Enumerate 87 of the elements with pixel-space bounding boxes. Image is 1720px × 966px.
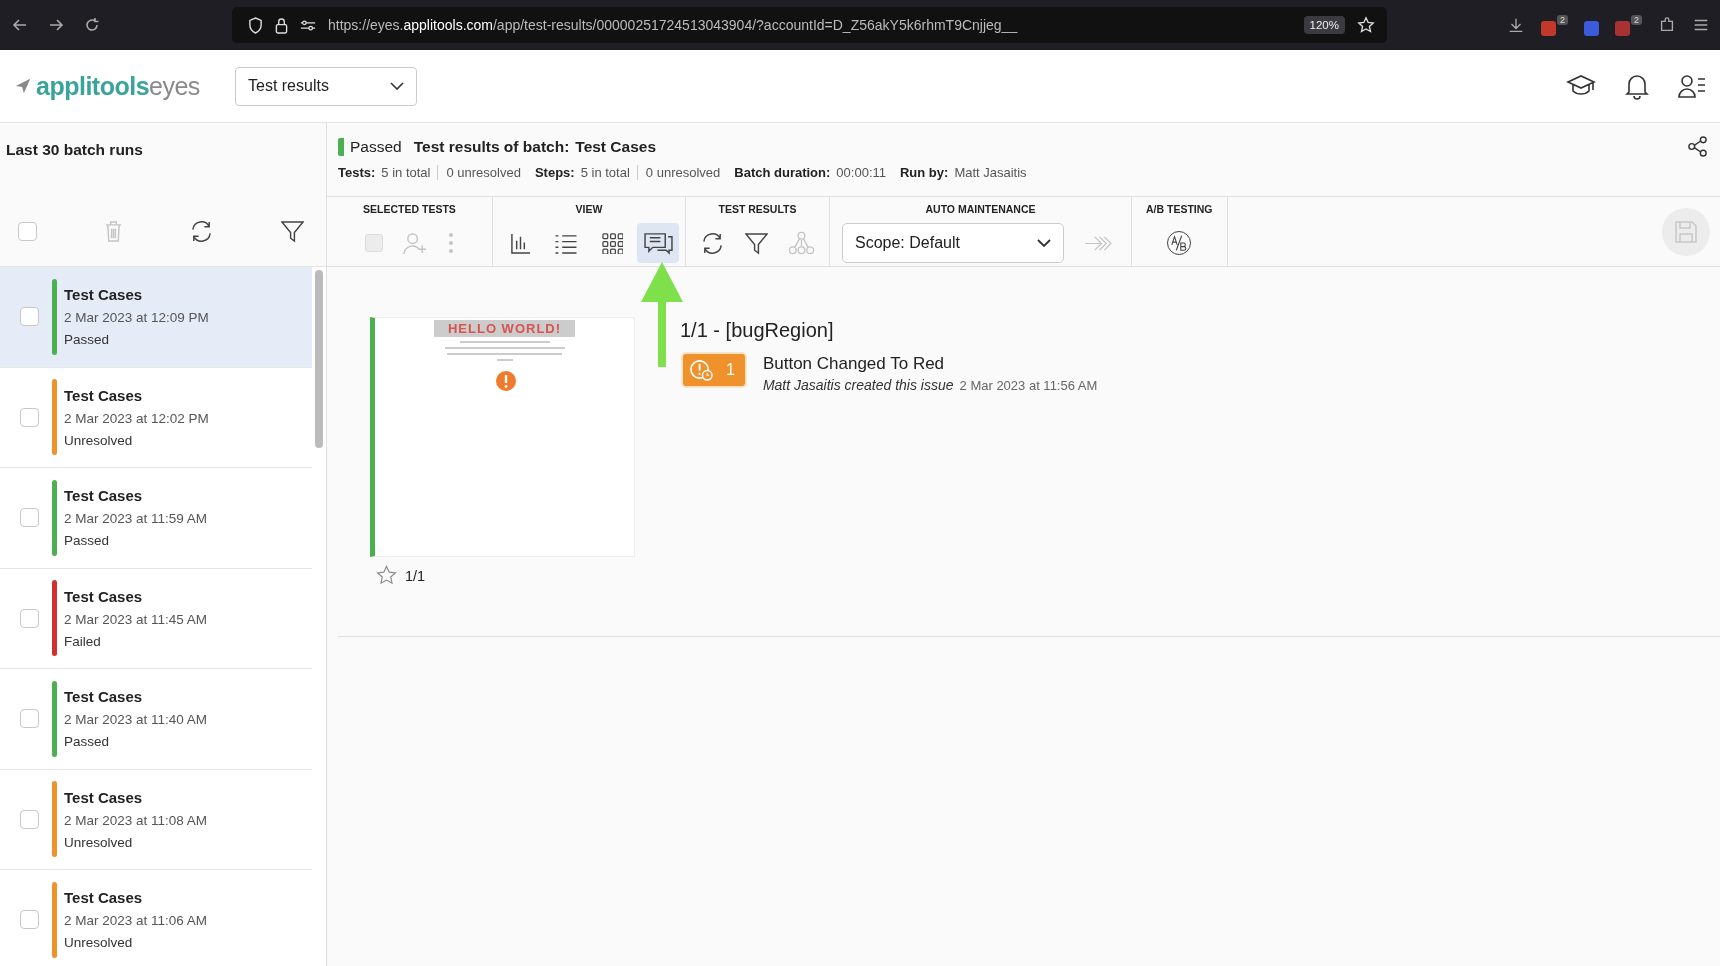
stat-label: Run by: [900,165,949,180]
stat-value: 00:00:11 [836,165,886,180]
scrollbar[interactable] [315,270,323,448]
batch-date: 2 Mar 2023 at 11:59 AM [64,511,208,527]
batch-title-label: Test results of batch: [413,137,570,156]
batch-checkbox[interactable] [20,910,39,930]
stat-label: Batch duration: [734,165,831,180]
batch-status: Passed [338,137,402,156]
batch-status: Unresolved [64,834,134,850]
batch-name: Test Cases [64,587,144,605]
batch-name: Test Cases [64,889,144,907]
batch-name: Test Cases [64,788,144,806]
alert-clock-icon [689,358,714,382]
user-menu-icon[interactable] [1678,73,1706,99]
extension-badge: 2 [1631,14,1642,25]
batch-checkbox[interactable] [20,407,39,427]
url-text: https://eyes.applitools.com/app/test-results/00000251724513043904/?accountId=D_Z56akY5k6rhmT9Cnjjeg__ [328,17,1019,33]
comments-icon [643,230,673,256]
view-button[interactable] [637,223,679,263]
settings-sliders-icon [300,18,316,32]
thumbnail-heading: HELLO WORLD! [433,320,576,337]
stat-value: 5 in total [580,165,630,180]
batch-name: Test Cases [64,386,144,404]
extension-icon[interactable] [1615,20,1630,36]
batch-title: Test Cases [575,137,656,156]
extension-icon[interactable] [1540,20,1556,36]
batch-status: Unresolved [64,935,134,951]
filter-icon[interactable] [745,231,768,255]
extension-badge: 2 [1556,14,1568,25]
batch-checkbox[interactable] [20,809,39,829]
batch-checkbox[interactable] [20,709,39,729]
notification-bell-icon[interactable] [1624,72,1650,100]
batch-checkbox[interactable] [20,307,39,327]
stat-value: 0 unresolved [636,165,721,180]
issue-marker-icon[interactable] [495,370,517,392]
zoom-level[interactable]: 120% [1303,16,1345,34]
batch-date: 2 Mar 2023 at 12:09 PM [64,310,209,326]
filter-icon[interactable] [280,220,304,243]
batch-run-item[interactable]: Test Cases 2 Mar 2023 at 12:09 PM Passed [0,267,312,368]
batch-status: Passed [64,533,111,549]
toolbar-section-title: SELECTED TESTS [363,203,456,215]
step-title: 1/1 - [bugRegion] [680,319,835,342]
issue-author: Matt Jasaitis created this issue [762,377,954,393]
toolbar-section-title: A/B TESTING [1146,203,1213,215]
puzzle-icon[interactable] [1658,16,1676,34]
address-bar[interactable]: https://eyes.applitools.com/app/test-results/00000251724513043904/?accountId=D_Z56akY5k6rhmT9Cnjjeg__ 120% [232,7,1387,43]
batch-status: Failed [64,633,102,649]
batch-date: 2 Mar 2023 at 11:06 AM [64,913,208,929]
stat-label: Tests: [338,165,376,180]
scope-dropdown[interactable]: Scope: Default [842,223,1064,263]
star-icon[interactable] [376,565,397,586]
stat-value: 5 in total [381,165,431,180]
batch-name: Test Cases [64,688,144,706]
batch-date: 2 Mar 2023 at 11:45 AM [64,611,208,627]
stat-value: Matt Jasaitis [954,165,1027,180]
shield-icon [248,16,263,34]
logo-icon [14,77,32,95]
caret-icon [390,82,404,90]
issue-date: 2 Mar 2023 at 11:56 AM [959,378,1098,393]
toolbar-section-title: TEST RESULTS [718,203,797,215]
list-icon [554,232,578,254]
batch-date: 2 Mar 2023 at 11:40 AM [64,712,208,728]
batch-status: Passed [64,332,111,348]
bar-chart-icon [509,232,531,254]
select-all-checkbox[interactable] [18,222,37,241]
toolbar-section-title: AUTO MAINTENANCE [925,203,1036,215]
grid-icon [601,232,623,254]
refresh-icon[interactable] [700,230,725,256]
sidebar-title: Last 30 batch runs [6,141,143,158]
caret-icon [1037,239,1051,247]
extension-icon[interactable] [1584,20,1599,36]
batch-date: 2 Mar 2023 at 12:02 PM [64,410,209,426]
batch-name: Test Cases [64,286,144,304]
share-icon[interactable] [1687,136,1708,157]
lock-icon [275,16,288,34]
batch-name: Test Cases [64,487,144,505]
toolbar-section-title: VIEW [575,203,603,215]
batch-status: Unresolved [64,432,134,448]
batch-status: Passed [64,734,111,750]
batch-date: 2 Mar 2023 at 11:08 AM [64,812,208,828]
issue-title: Button Changed To Red [762,354,946,374]
stat-label: Steps: [534,165,575,180]
step-count: 1/1 [405,567,426,584]
stat-value: 0 unresolved [437,165,521,180]
view-dropdown[interactable]: Test results [235,66,417,106]
batch-checkbox[interactable] [20,508,39,528]
batch-checkbox[interactable] [20,608,39,628]
